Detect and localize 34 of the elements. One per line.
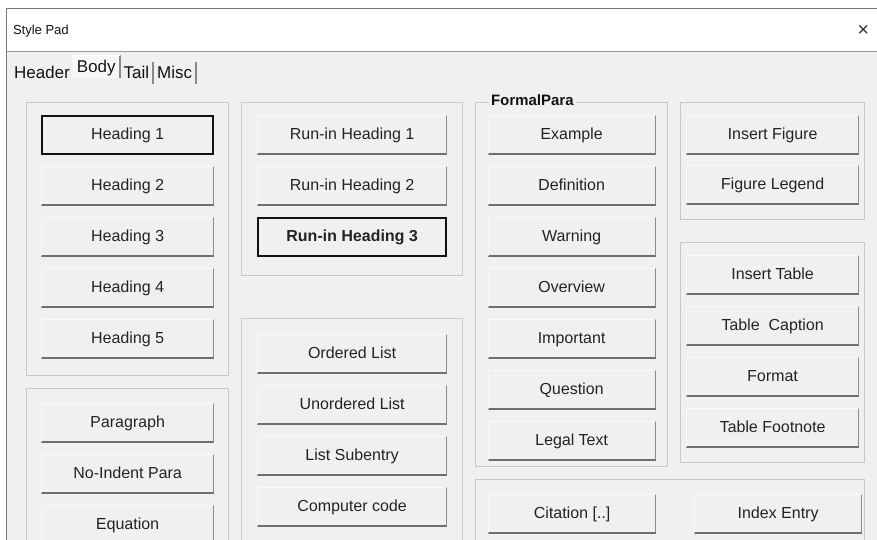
style-button[interactable]: Run-in Heading 3 <box>257 217 447 257</box>
style-button[interactable]: Run-in Heading 1 <box>257 115 447 155</box>
close-button[interactable]: × <box>853 20 873 40</box>
style-button[interactable]: Heading 1 <box>41 115 214 155</box>
style-button[interactable]: Warning <box>488 217 656 257</box>
style-button[interactable]: Heading 5 <box>41 319 214 359</box>
style-button[interactable]: Heading 2 <box>41 166 214 206</box>
style-button[interactable]: Heading 3 <box>41 217 214 257</box>
style-button[interactable]: Overview <box>488 268 656 308</box>
style-button[interactable]: Insert Figure <box>686 115 859 155</box>
style-button[interactable]: Paragraph <box>41 403 214 443</box>
style-button[interactable]: Citation [..] <box>488 494 656 534</box>
style-button[interactable]: Legal Text <box>488 421 656 461</box>
tab[interactable]: Tail <box>120 62 154 84</box>
style-button[interactable]: Insert Table <box>686 255 859 295</box>
style-button[interactable]: Table Caption <box>686 306 859 346</box>
style-button[interactable]: Unordered List <box>257 385 447 425</box>
style-button[interactable]: Question <box>488 370 656 410</box>
style-button[interactable]: Ordered List <box>257 334 447 374</box>
style-button[interactable]: Example <box>488 115 656 155</box>
style-button[interactable]: Format <box>686 357 859 397</box>
style-button[interactable]: Definition <box>488 166 656 206</box>
style-button[interactable]: Equation <box>41 505 214 540</box>
style-button[interactable]: Table Footnote <box>686 408 859 448</box>
style-button[interactable]: Figure Legend <box>686 165 859 205</box>
style-button[interactable]: Run-in Heading 2 <box>257 166 447 206</box>
style-button[interactable]: Heading 4 <box>41 268 214 308</box>
style-button[interactable]: No-Indent Para <box>41 454 214 494</box>
style-button[interactable]: Important <box>488 319 656 359</box>
style-button[interactable]: Index Entry <box>694 494 862 534</box>
style-button[interactable]: Computer code <box>257 487 447 527</box>
window-title: Style Pad <box>13 21 69 40</box>
style-button[interactable]: List Subentry <box>257 436 447 476</box>
tab[interactable]: Body <box>72 55 121 78</box>
